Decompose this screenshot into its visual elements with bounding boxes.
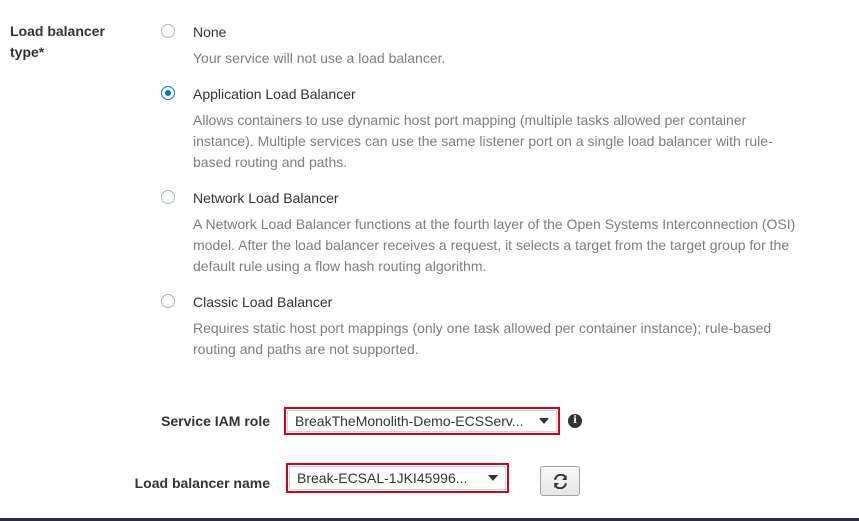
info-icon[interactable]: i — [568, 414, 582, 428]
option-classic-load-balancer-title[interactable]: Classic Load Balancer — [193, 292, 332, 312]
load-balancer-name-value: Break-ECSAL-1JKI45996... — [297, 470, 468, 486]
load-balancer-name-label: Load balancer name — [134, 475, 270, 491]
chevron-down-icon — [488, 475, 498, 481]
option-application-load-balancer-description: Allows containers to use dynamic host po… — [193, 112, 773, 170]
radio-classic-load-balancer[interactable] — [161, 294, 175, 308]
option-classic-load-balancer-description: Requires static host port mappings (only… — [193, 320, 772, 357]
refresh-icon — [554, 474, 567, 489]
service-iam-role-value: BreakTheMonolith-Demo-ECSServ... — [295, 413, 524, 429]
chevron-down-icon — [539, 418, 549, 424]
option-network-load-balancer-title[interactable]: Network Load Balancer — [193, 188, 339, 208]
radio-application-load-balancer[interactable] — [161, 86, 175, 100]
service-iam-role-select[interactable]: BreakTheMonolith-Demo-ECSServ... — [284, 407, 560, 435]
load-balancer-name-select[interactable]: Break-ECSAL-1JKI45996... — [286, 463, 509, 493]
option-network-load-balancer-description: A Network Load Balancer functions at the… — [193, 216, 796, 274]
option-none-description: Your service will not use a load balance… — [193, 50, 446, 66]
load-balancer-type-label: Load balancer type* — [10, 23, 105, 60]
option-application-load-balancer-title[interactable]: Application Load Balancer — [193, 84, 356, 104]
radio-network-load-balancer[interactable] — [161, 190, 175, 204]
service-iam-role-label: Service IAM role — [161, 413, 270, 429]
refresh-button[interactable] — [540, 466, 580, 496]
option-none-title[interactable]: None — [193, 22, 226, 42]
radio-none[interactable] — [161, 24, 175, 38]
